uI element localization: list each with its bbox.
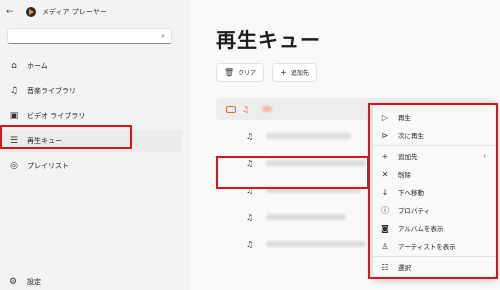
plus-icon: + bbox=[280, 68, 287, 77]
close-icon: ✕ bbox=[381, 169, 389, 179]
menu-item-label: 選択 bbox=[398, 264, 411, 272]
chevron-right-icon: › bbox=[483, 152, 486, 160]
sidebar-item-label: ビデオ ライブラリ bbox=[27, 112, 86, 120]
queue-icon: ☰ bbox=[9, 136, 19, 146]
menu-item-select[interactable]: ☷ 選択 bbox=[373, 258, 496, 276]
title-bar: ← メディア プレーヤー bbox=[6, 4, 107, 20]
back-arrow-icon[interactable]: ← bbox=[6, 7, 20, 17]
menu-item-move-down[interactable]: ↓ 下へ移動 bbox=[373, 183, 496, 201]
search-input[interactable] bbox=[14, 32, 162, 40]
menu-item-label: 下へ移動 bbox=[398, 189, 424, 197]
sidebar-item-label: 再生キュー bbox=[27, 137, 62, 145]
sidebar-item-playlists[interactable]: ◎ プレイリスト bbox=[3, 155, 184, 177]
menu-item-label: 再生 bbox=[398, 114, 411, 122]
menu-item-properties[interactable]: ⓘ プロパティ bbox=[373, 201, 496, 219]
menu-item-play[interactable]: ▷ 再生 bbox=[373, 108, 496, 126]
menu-item-show-artist[interactable]: ♙ アーティストを表示 bbox=[373, 237, 496, 255]
home-icon: ⌂ bbox=[11, 61, 17, 71]
music-icon: ♫ bbox=[9, 86, 19, 96]
app-logo-icon bbox=[26, 7, 36, 17]
menu-item-play-next[interactable]: ⊳ 次に再生 bbox=[373, 126, 496, 144]
now-playing-badge-icon bbox=[226, 105, 236, 113]
sidebar-item-video-library[interactable]: ▣ ビデオ ライブラリ bbox=[3, 105, 184, 127]
menu-item-label: 削除 bbox=[398, 171, 411, 179]
add-to-button[interactable]: + 追加先 bbox=[272, 63, 317, 82]
app-title: メディア プレーヤー bbox=[42, 8, 107, 16]
menu-divider bbox=[373, 145, 496, 146]
select-icon: ☷ bbox=[381, 262, 389, 272]
sidebar-item-play-queue[interactable]: ☰ 再生キュー bbox=[3, 130, 182, 152]
menu-item-label: 追加先 bbox=[398, 153, 418, 161]
blurred-track-title bbox=[266, 187, 361, 193]
gear-icon: ⚙ bbox=[9, 277, 18, 287]
play-next-icon: ⊳ bbox=[381, 130, 389, 140]
album-icon: ◙ bbox=[381, 223, 389, 233]
clear-button[interactable]: 🗑 クリア bbox=[216, 63, 265, 82]
music-note-icon: ♫ bbox=[246, 212, 254, 222]
sidebar-nav: ⌂ ホーム ♫ 音楽ライブラリ ▣ ビデオ ライブラリ ☰ 再生キュー ◎ プレ… bbox=[0, 55, 190, 180]
sidebar-item-settings[interactable]: ⚙ 設定 bbox=[3, 273, 41, 290]
person-icon: ♙ bbox=[381, 241, 389, 251]
menu-item-add-to[interactable]: + 追加先 › bbox=[373, 147, 496, 165]
sidebar-item-music-library[interactable]: ♫ 音楽ライブラリ bbox=[3, 80, 184, 102]
menu-item-label: アーティストを表示 bbox=[398, 243, 456, 251]
menu-item-label: アルバムを表示 bbox=[398, 225, 444, 233]
music-note-icon: ♫ bbox=[246, 185, 254, 195]
trash-icon: 🗑 bbox=[224, 68, 235, 77]
page-title: 再生キュー bbox=[216, 28, 321, 52]
sidebar-item-home[interactable]: ⌂ ホーム bbox=[3, 55, 184, 77]
video-icon: ▣ bbox=[9, 111, 19, 121]
menu-item-remove[interactable]: ✕ 削除 bbox=[373, 165, 496, 183]
blurred-track-title bbox=[262, 106, 272, 112]
blurred-track-title bbox=[266, 133, 351, 139]
blurred-track-title bbox=[266, 214, 346, 220]
music-note-icon: ♫ bbox=[246, 158, 254, 168]
search-icon[interactable]: ⌕ bbox=[161, 32, 165, 41]
blurred-track-title bbox=[266, 160, 366, 166]
music-note-icon: ♫ bbox=[246, 131, 254, 141]
context-menu: ▷ 再生 ⊳ 次に再生 + 追加先 › ✕ 削除 ↓ 下へ移動 ⓘ プロパティ … bbox=[372, 103, 497, 278]
sidebar-item-label: 音楽ライブラリ bbox=[27, 87, 76, 95]
sidebar: ← メディア プレーヤー ⌕ ⌂ ホーム ♫ 音楽ライブラリ ▣ ビデオ ライブ… bbox=[0, 0, 190, 290]
menu-item-show-album[interactable]: ◙ アルバムを表示 bbox=[373, 219, 496, 237]
add-to-label: 追加先 bbox=[290, 70, 309, 77]
blurred-track-title bbox=[266, 241, 366, 247]
toolbar: 🗑 クリア + 追加先 bbox=[216, 63, 317, 82]
sidebar-item-label: プレイリスト bbox=[27, 162, 69, 170]
menu-item-label: 次に再生 bbox=[398, 132, 424, 140]
music-note-icon: ♫ bbox=[242, 104, 250, 114]
menu-divider bbox=[373, 256, 496, 257]
plus-icon: + bbox=[381, 151, 389, 161]
info-icon: ⓘ bbox=[381, 205, 389, 215]
sidebar-item-label: 設定 bbox=[27, 278, 41, 286]
music-note-icon: ♫ bbox=[246, 239, 254, 249]
search-box[interactable]: ⌕ bbox=[7, 28, 172, 44]
clear-label: クリア bbox=[238, 70, 257, 77]
arrow-down-icon: ↓ bbox=[381, 187, 389, 197]
sidebar-item-label: ホーム bbox=[27, 62, 48, 70]
playlist-icon: ◎ bbox=[10, 161, 18, 171]
play-icon: ▷ bbox=[381, 112, 389, 122]
menu-item-label: プロパティ bbox=[398, 207, 431, 215]
